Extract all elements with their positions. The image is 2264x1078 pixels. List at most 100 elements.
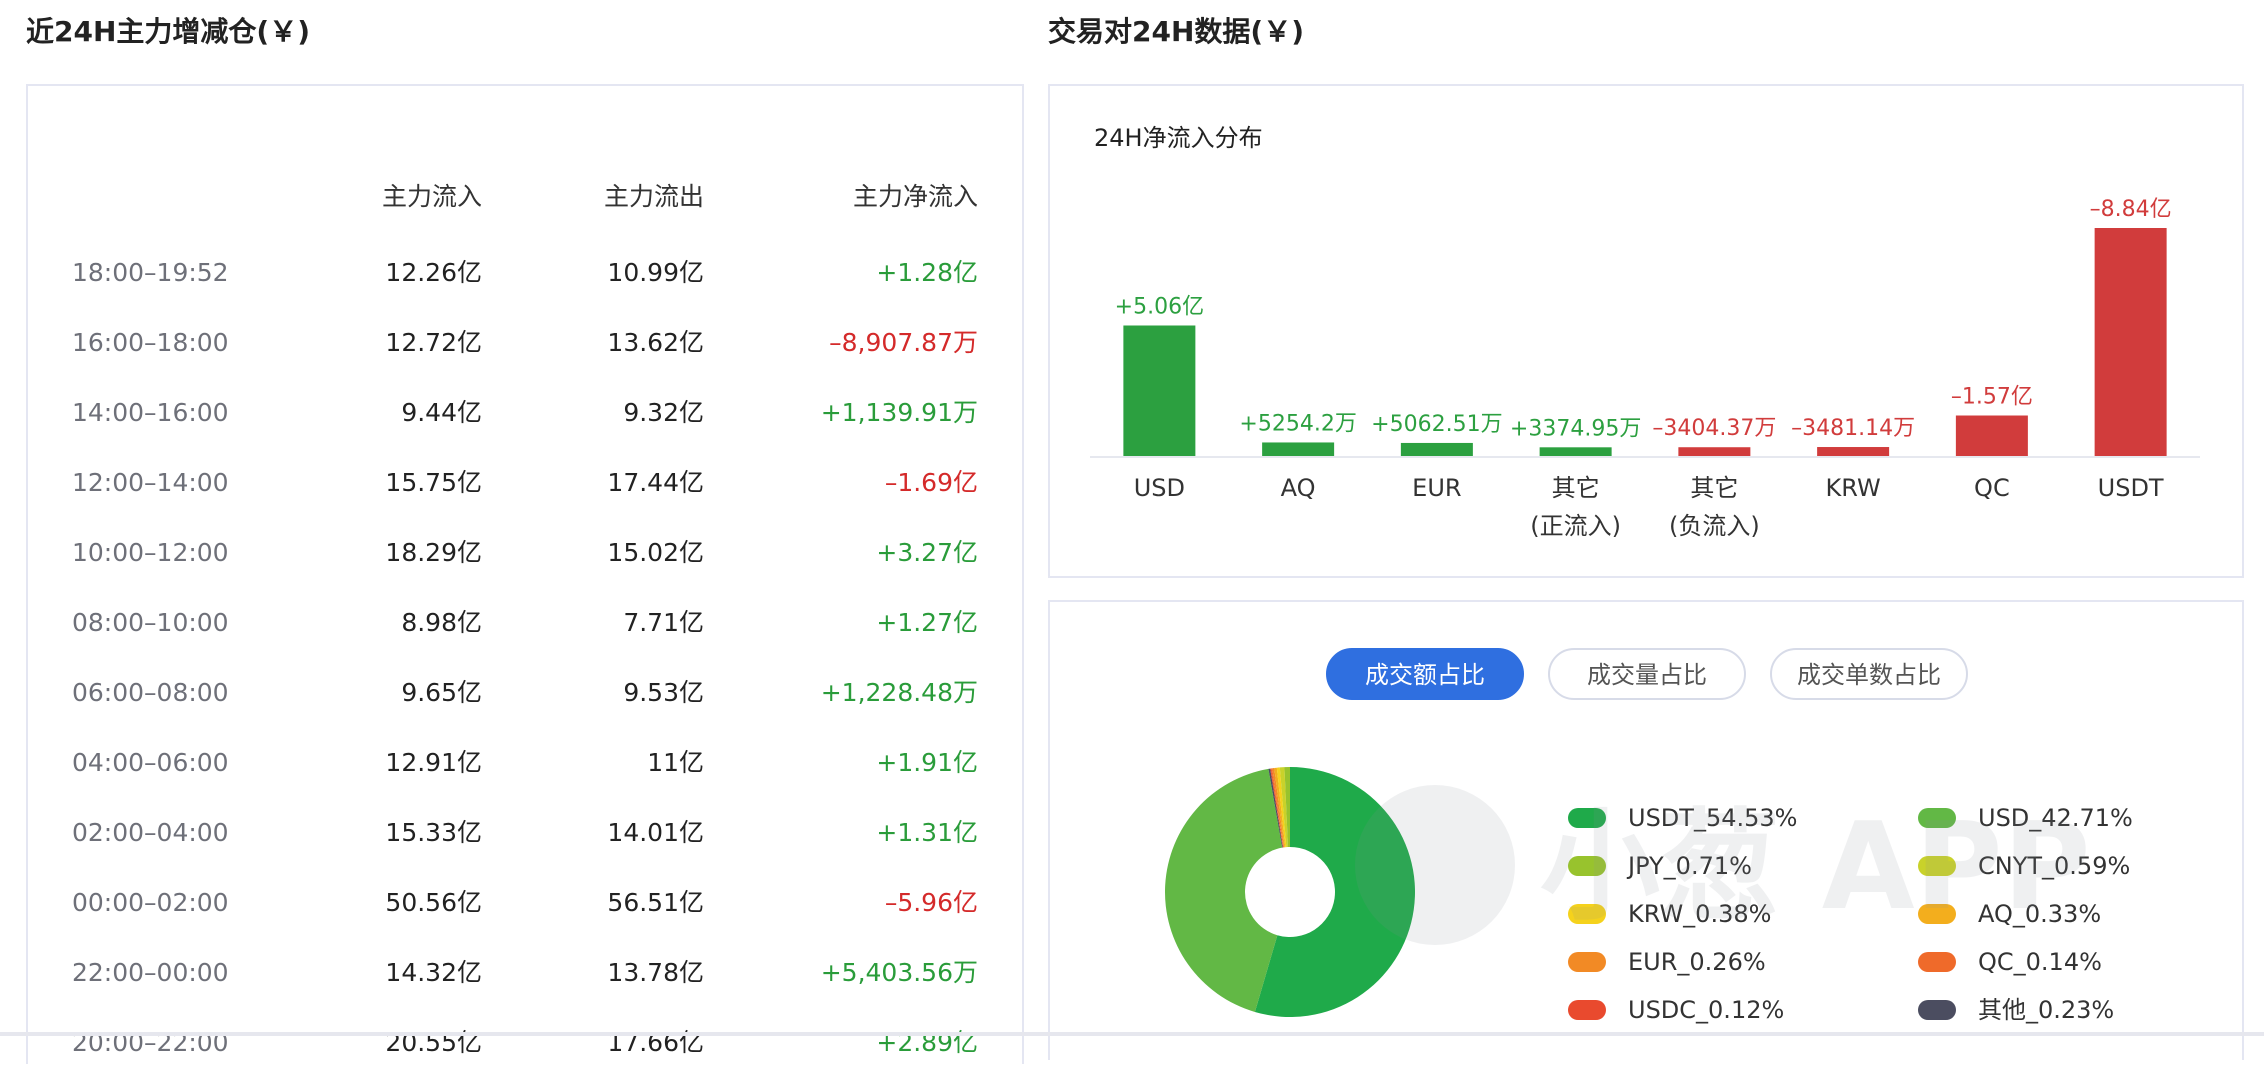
net-inflow-bar-chart: 24H净流入分布 +5.06亿 USD +5254.2万 AQ +5062.51万 EUR +… bbox=[1090, 124, 2200, 540]
bar-value-label: –3404.37万 bbox=[1652, 416, 1776, 441]
legend-label: USD_42.71% bbox=[1978, 804, 2133, 832]
row-inflow: 12.91亿 bbox=[385, 748, 482, 777]
row-inflow: 12.72亿 bbox=[385, 328, 482, 357]
category-label: AQ bbox=[1281, 474, 1316, 502]
share-panel: 成交额占比 成交量占比 成交单数占比 USDT_54.53% USD_42.71%… bbox=[1048, 600, 2244, 1060]
row-outflow: 13.62亿 bbox=[607, 328, 704, 357]
legend-label: EUR_0.26% bbox=[1628, 948, 1766, 976]
row-inflow: 50.56亿 bbox=[385, 888, 482, 917]
bar bbox=[1955, 415, 2028, 456]
row-inflow: 9.65亿 bbox=[401, 678, 482, 707]
row-inflow: 15.33亿 bbox=[385, 818, 482, 847]
legend-swatch bbox=[1918, 808, 1956, 828]
legend-swatch bbox=[1568, 952, 1606, 972]
row-time: 08:00–10:00 bbox=[72, 608, 229, 637]
row-inflow: 20.55亿 bbox=[385, 1028, 482, 1057]
main-force-table: 主力流入 主力流出 主力净流入 18:00–19:52 12.26亿 10.99亿 +… bbox=[26, 84, 1024, 1064]
row-outflow: 56.51亿 bbox=[607, 888, 704, 917]
legend-swatch bbox=[1568, 904, 1606, 924]
right-section-title: 交易对24H数据(￥) bbox=[1048, 15, 1304, 48]
category-label: EUR bbox=[1412, 474, 1461, 502]
row-inflow: 15.75亿 bbox=[385, 468, 482, 497]
row-time: 04:00–06:00 bbox=[72, 748, 229, 777]
row-outflow: 13.78亿 bbox=[607, 958, 704, 987]
category-label: 其它 bbox=[1552, 474, 1600, 502]
row-outflow: 9.53亿 bbox=[623, 678, 704, 707]
bar-value-label: –8.84亿 bbox=[2090, 197, 2172, 222]
table-row: 20:00–22:00 20.55亿 17.66亿 +2.89亿 bbox=[28, 1008, 1022, 1078]
bar-value-label: +3374.95万 bbox=[1510, 416, 1641, 441]
table-row: 08:00–10:00 8.98亿 7.71亿 +1.27亿 bbox=[28, 588, 1022, 658]
tab-volume-share[interactable]: 成交量占比 bbox=[1548, 648, 1746, 700]
row-time: 18:00–19:52 bbox=[72, 258, 229, 287]
category-label: (负流入) bbox=[1669, 512, 1760, 540]
legend-label: USDC_0.12% bbox=[1628, 996, 1785, 1024]
table-header: 主力流入 主力流出 主力净流入 bbox=[28, 162, 1022, 232]
bottom-divider bbox=[0, 1032, 2264, 1036]
bar-value-label: –1.57亿 bbox=[1951, 385, 2033, 410]
row-time: 10:00–12:00 bbox=[72, 538, 229, 567]
row-inflow: 8.98亿 bbox=[401, 608, 482, 637]
row-inflow: 18.29亿 bbox=[385, 538, 482, 567]
net-inflow-chart: 24H净流入分布 +5.06亿 USD +5254.2万 AQ +5062.51万 EUR +… bbox=[1048, 84, 2244, 578]
row-outflow: 10.99亿 bbox=[607, 258, 704, 287]
row-net-inflow: +1.91亿 bbox=[876, 748, 978, 777]
table-row: 06:00–08:00 9.65亿 9.53亿 +1,228.48万 bbox=[28, 658, 1022, 728]
category-label: 其它 bbox=[1690, 474, 1738, 502]
category-label: (正流入) bbox=[1530, 512, 1621, 540]
row-net-inflow: +1,228.48万 bbox=[820, 678, 978, 707]
header-net: 主力净流入 bbox=[852, 182, 978, 211]
row-time: 14:00–16:00 bbox=[72, 398, 229, 427]
table-row: 14:00–16:00 9.44亿 9.32亿 +1,139.91万 bbox=[28, 378, 1022, 448]
bar bbox=[1123, 325, 1196, 456]
table-row: 12:00–14:00 15.75亿 17.44亿 –1.69亿 bbox=[28, 448, 1022, 518]
share-donut-chart bbox=[1165, 767, 1415, 1017]
legend-swatch bbox=[1918, 856, 1956, 876]
category-label: USDT bbox=[2098, 474, 2164, 502]
category-label: USD bbox=[1134, 474, 1185, 502]
row-net-inflow: +1.31亿 bbox=[876, 818, 978, 847]
row-inflow: 12.26亿 bbox=[385, 258, 482, 287]
row-outflow: 9.32亿 bbox=[623, 398, 704, 427]
category-label: QC bbox=[1974, 474, 2010, 502]
row-outflow: 14.01亿 bbox=[607, 818, 704, 847]
row-time: 02:00–04:00 bbox=[72, 818, 229, 847]
category-label: KRW bbox=[1826, 474, 1881, 502]
legend-swatch bbox=[1918, 952, 1956, 972]
header-in: 主力流入 bbox=[381, 182, 482, 211]
legend-label: JPY_0.71% bbox=[1628, 852, 1752, 880]
row-inflow: 14.32亿 bbox=[385, 958, 482, 987]
bar-value-label: +5254.2万 bbox=[1239, 411, 1356, 436]
legend-label: QC_0.14% bbox=[1978, 948, 2102, 976]
legend-label: USDT_54.53% bbox=[1628, 804, 1798, 832]
row-net-inflow: +3.27亿 bbox=[876, 538, 978, 567]
legend-label: AQ_0.33% bbox=[1978, 900, 2102, 928]
row-inflow: 9.44亿 bbox=[401, 398, 482, 427]
tab-count-share[interactable]: 成交单数占比 bbox=[1770, 648, 1968, 700]
legend-swatch bbox=[1568, 1000, 1606, 1020]
legend-label: 其他_0.23% bbox=[1978, 996, 2115, 1024]
row-time: 00:00–02:00 bbox=[72, 888, 229, 917]
row-time: 12:00–14:00 bbox=[72, 468, 229, 497]
legend-swatch bbox=[1568, 856, 1606, 876]
table-row: 02:00–04:00 15.33亿 14.01亿 +1.31亿 bbox=[28, 798, 1022, 868]
row-net-inflow: –5.96亿 bbox=[884, 888, 978, 917]
row-outflow: 11亿 bbox=[647, 748, 704, 777]
legend-swatch bbox=[1918, 904, 1956, 924]
row-net-inflow: +1.27亿 bbox=[876, 608, 978, 637]
row-time: 16:00–18:00 bbox=[72, 328, 229, 357]
table-row: 04:00–06:00 12.91亿 11亿 +1.91亿 bbox=[28, 728, 1022, 798]
table-row: 00:00–02:00 50.56亿 56.51亿 –5.96亿 bbox=[28, 868, 1022, 938]
row-time: 22:00–00:00 bbox=[72, 958, 229, 987]
table-row: 22:00–00:00 14.32亿 13.78亿 +5,403.56万 bbox=[28, 938, 1022, 1008]
legend-swatch bbox=[1918, 1000, 1956, 1020]
bar-value-label: –3481.14万 bbox=[1791, 416, 1915, 441]
bar bbox=[1262, 442, 1335, 456]
tab-amount-share[interactable]: 成交额占比 bbox=[1326, 648, 1524, 700]
row-net-inflow: +1,139.91万 bbox=[820, 398, 978, 427]
chart-title: 24H净流入分布 bbox=[1094, 124, 1263, 152]
row-net-inflow: +5,403.56万 bbox=[820, 958, 978, 987]
pie-slice bbox=[1165, 768, 1283, 1012]
header-out: 主力流出 bbox=[603, 182, 704, 211]
table-row: 16:00–18:00 12.72亿 13.62亿 –8,907.87万 bbox=[28, 308, 1022, 378]
